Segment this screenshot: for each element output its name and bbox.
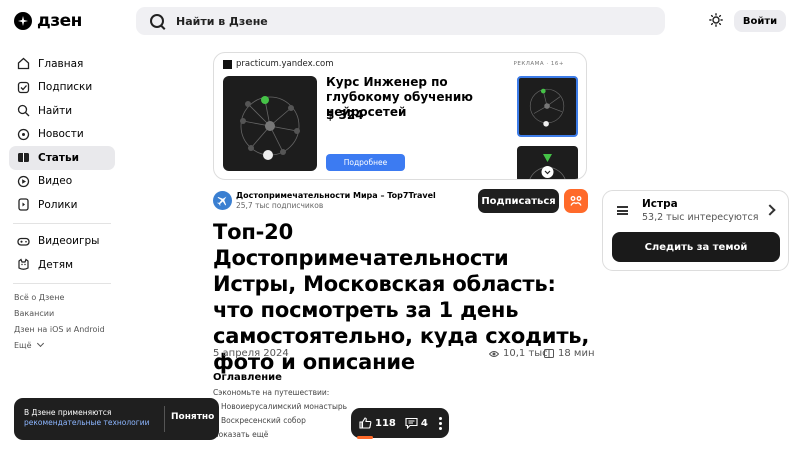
channel-subscribers: 25,7 тыс подписчиков xyxy=(236,201,324,210)
sidebar-item-label: Главная xyxy=(38,57,84,70)
topic-card: Истра 53,2 тыс интересуются Следить за т… xyxy=(602,190,789,271)
sidebar-divider xyxy=(13,282,111,284)
more-options-icon[interactable] xyxy=(438,416,442,430)
ad-domain: practicum.yandex.com xyxy=(223,59,334,69)
ad-banner[interactable]: practicum.yandex.com РЕКЛАМА · 16+ Курс … xyxy=(213,52,587,180)
sidebar-divider xyxy=(13,222,111,224)
sidebar-footer-links: Всё о Дзене Вакансии Дзен на iOS и Andro… xyxy=(14,292,105,356)
eye-icon xyxy=(489,350,499,357)
link-apps[interactable]: Дзен на iOS и Android xyxy=(14,324,105,340)
practicum-favicon xyxy=(223,59,232,69)
notice-text: В Дзене применяются рекомендательные тех… xyxy=(24,408,149,428)
link-about[interactable]: Всё о Дзене xyxy=(14,292,105,308)
dzen-logo[interactable]: дзен xyxy=(14,11,82,31)
comment-icon xyxy=(405,417,418,429)
theme-toggle-sun-icon[interactable] xyxy=(709,13,723,27)
sidebar-item-kids[interactable]: Детям xyxy=(9,253,115,277)
toc-item[interactable]: Новоиерусалимский монастырь xyxy=(221,402,347,411)
airplane-icon xyxy=(217,196,227,206)
sidebar-item-label: Подписки xyxy=(38,81,93,94)
subscribe-button[interactable]: Подписаться xyxy=(478,189,559,213)
notice-ok-button[interactable]: Понятно xyxy=(171,412,214,422)
channel-name[interactable]: Достопримечательности Мира – Top7Travel xyxy=(236,191,436,200)
like-count: 118 xyxy=(375,417,396,429)
article-action-bar: 118 4 xyxy=(351,408,449,438)
shorts-icon xyxy=(18,198,29,211)
sidebar-item-search[interactable]: Найти xyxy=(9,99,115,123)
search-icon xyxy=(150,14,164,28)
progress-accent xyxy=(357,436,373,439)
sidebar-item-label: Найти xyxy=(38,104,73,117)
ad-domain-text: practicum.yandex.com xyxy=(236,59,334,69)
subscriptions-icon xyxy=(17,81,30,93)
notice-divider xyxy=(164,406,165,432)
search-placeholder: Найти в Дзене xyxy=(176,14,268,28)
thumbs-up-icon xyxy=(359,417,372,429)
dzen-logo-icon xyxy=(14,12,32,30)
gamepad-icon xyxy=(17,237,30,246)
sidebar-item-label: Видео xyxy=(38,175,73,188)
topic-name[interactable]: Истра xyxy=(642,198,678,210)
views-count: 10,1 тыс xyxy=(503,348,548,359)
toc-title: Оглавление xyxy=(213,372,282,383)
sidebar-item-label: Детям xyxy=(38,258,74,271)
sidebar-item-video[interactable]: Видео xyxy=(9,170,115,194)
channel-avatar[interactable] xyxy=(213,191,232,210)
ad-price: $ 324 xyxy=(326,108,364,122)
notice-message: В Дзене применяются xyxy=(24,408,112,417)
toc-item[interactable]: Воскресенский собор xyxy=(221,416,306,425)
chevron-down-icon xyxy=(37,339,45,348)
ad-details-button[interactable]: Подробнее xyxy=(326,154,405,171)
like-button[interactable]: 118 xyxy=(359,417,396,429)
link-vacancies[interactable]: Вакансии xyxy=(14,308,105,324)
recommendation-notice: В Дзене применяются рекомендательные тех… xyxy=(14,398,219,440)
sidebar-item-label: Статьи xyxy=(38,151,79,164)
ad-thumbnail-2[interactable] xyxy=(517,146,578,180)
read-time-value: 18 мин xyxy=(558,348,595,359)
sidebar-item-videogames[interactable]: Видеоигры xyxy=(9,230,115,254)
sidebar-item-label: Ролики xyxy=(38,198,78,211)
toc-show-more[interactable]: Показать ещё xyxy=(213,430,268,439)
login-button[interactable]: Войти xyxy=(734,10,786,32)
news-icon xyxy=(17,128,30,140)
article-date: 5 апреля 2024 xyxy=(213,348,289,359)
comments-button[interactable]: 4 xyxy=(405,417,428,429)
sidebar-nav: Главная Подписки Найти Новости Статьи Ви… xyxy=(9,52,115,290)
sidebar-item-home[interactable]: Главная xyxy=(9,52,115,76)
home-icon xyxy=(17,57,30,70)
book-icon xyxy=(544,349,554,358)
search-input[interactable]: Найти в Дзене xyxy=(136,7,665,35)
kids-icon xyxy=(18,258,29,271)
share-icon xyxy=(570,196,582,206)
sidebar-item-label: Видеоигры xyxy=(38,235,100,248)
logo-text: дзен xyxy=(37,11,82,31)
article-read-time: 18 мин xyxy=(544,348,594,359)
notice-link[interactable]: рекомендательные технологии xyxy=(24,418,149,427)
toc-subheading[interactable]: Сэкономьте на путешествии: xyxy=(213,388,329,397)
sidebar-item-label: Новости xyxy=(38,128,84,141)
sidebar-item-shorts[interactable]: Ролики xyxy=(9,193,115,217)
share-button[interactable] xyxy=(564,189,588,213)
link-more-label: Ещё xyxy=(14,341,32,350)
comment-count: 4 xyxy=(420,417,428,429)
articles-icon xyxy=(18,153,29,163)
search-icon xyxy=(17,105,30,117)
sidebar-item-news[interactable]: Новости xyxy=(9,123,115,147)
sidebar-item-articles[interactable]: Статьи xyxy=(9,146,115,170)
topic-followers: 53,2 тыс интересуются xyxy=(642,212,759,223)
follow-topic-button[interactable]: Следить за темой xyxy=(612,232,780,262)
video-icon xyxy=(17,175,30,187)
ad-label: РЕКЛАМА · 16+ xyxy=(513,61,564,67)
article-views: 10,1 тыс xyxy=(489,348,548,359)
menu-icon xyxy=(617,206,628,215)
chevron-right-icon[interactable] xyxy=(764,204,776,216)
ad-thumbnail-1[interactable] xyxy=(517,76,578,137)
ad-image-neural-network xyxy=(223,76,317,171)
sidebar-item-subscriptions[interactable]: Подписки xyxy=(9,76,115,100)
link-more[interactable]: Ещё xyxy=(14,339,105,356)
